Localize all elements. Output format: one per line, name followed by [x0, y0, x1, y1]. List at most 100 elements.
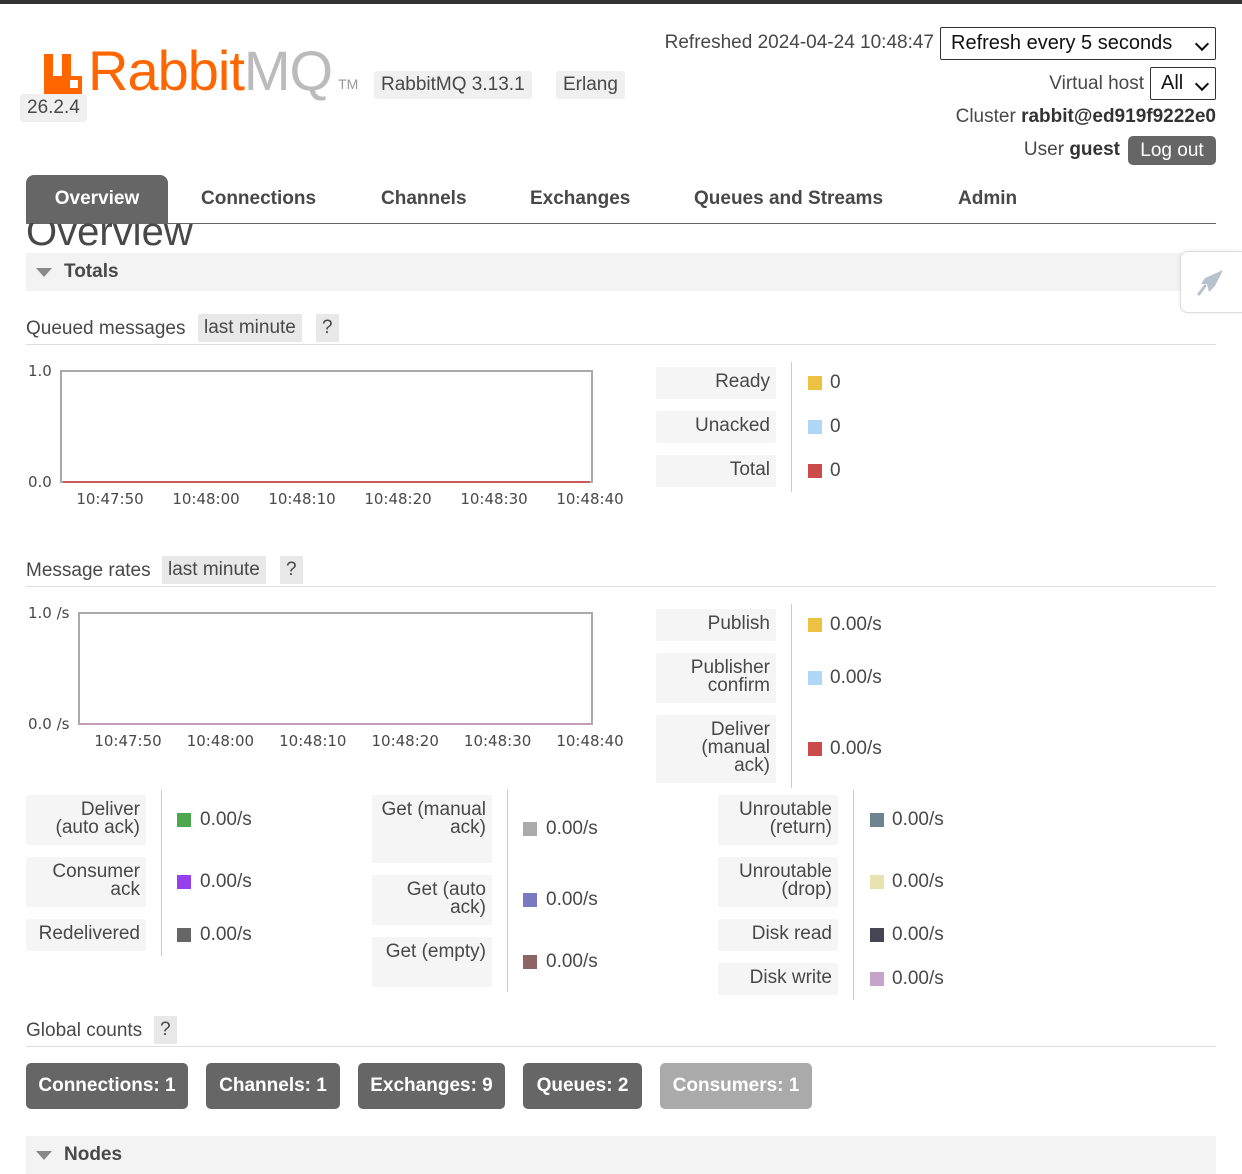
- legend-swatch: [808, 464, 822, 478]
- erlang-version: 26.2.4: [20, 94, 87, 122]
- virtual-host-label: Virtual host: [1049, 73, 1144, 94]
- legend-label: Redelivered: [26, 919, 146, 951]
- x-tick-label: 10:48:10: [279, 732, 346, 750]
- logout-button[interactable]: Log out: [1128, 136, 1216, 165]
- logo-trademark: TM: [338, 76, 359, 92]
- x-tick-label: 10:48:40: [556, 732, 623, 750]
- tab-exchanges[interactable]: Exchanges: [530, 175, 630, 223]
- legend-label: Publish: [656, 609, 776, 641]
- legend-separator: [791, 362, 792, 492]
- legend-value: 0.00/s: [200, 809, 252, 830]
- legend-swatch: [808, 376, 822, 390]
- consumers-count-button[interactable]: Consumers: 1: [660, 1063, 812, 1109]
- message-rates-chart: 1.0 /s 0.0 /s 10:47:50 10:48:00 10:48:10 10:4…: [20, 602, 640, 762]
- legend-separator: [853, 790, 854, 1000]
- totals-title: Totals: [64, 261, 119, 282]
- queued-messages-label: Queued messages: [26, 318, 186, 339]
- legend-swatch: [177, 813, 191, 827]
- rates-help-button[interactable]: ?: [280, 556, 303, 584]
- refreshed-timestamp: Refreshed 2024-04-24 10:48:47: [664, 32, 934, 53]
- legend-label: Get (manual ack): [372, 795, 492, 863]
- legend-swatch: [808, 742, 822, 756]
- cluster-name: rabbit@ed919f9222e0: [1021, 106, 1216, 127]
- legend-swatch: [870, 875, 884, 889]
- legend-swatch: [870, 813, 884, 827]
- tab-overview[interactable]: Overview: [26, 175, 168, 223]
- tab-channels[interactable]: Channels: [381, 175, 467, 223]
- legend-value: 0.00/s: [830, 614, 882, 635]
- tab-connections[interactable]: Connections: [201, 175, 316, 223]
- y-tick-label: 0.0: [28, 473, 52, 491]
- rocket-icon: [1197, 270, 1223, 296]
- rates-range-chip[interactable]: last minute: [162, 556, 266, 584]
- queued-help-button[interactable]: ?: [316, 314, 339, 342]
- legend-separator: [161, 790, 162, 956]
- legend-value: 0.00/s: [892, 871, 944, 892]
- feature-flag-rocket-button[interactable]: [1180, 251, 1242, 313]
- totals-section-header[interactable]: Totals: [26, 253, 1216, 291]
- y-tick-label: 1.0 /s: [28, 604, 70, 622]
- rabbitmq-logo[interactable]: RabbitMQ TM: [42, 43, 359, 99]
- tab-queues-and-streams[interactable]: Queues and Streams: [694, 175, 883, 223]
- legend-label: Deliver (manual ack): [656, 715, 776, 783]
- x-tick-label: 10:48:30: [464, 732, 531, 750]
- collapse-triangle-icon: [36, 268, 52, 277]
- legend-label: Unroutable (return): [718, 795, 838, 845]
- nodes-section-header[interactable]: Nodes: [26, 1136, 1216, 1174]
- user-name: guest: [1069, 139, 1120, 160]
- legend-value: 0.00/s: [546, 951, 598, 972]
- user-label: User: [1023, 139, 1065, 160]
- legend-label: Consumer ack: [26, 857, 146, 907]
- legend-value: 0: [830, 416, 841, 437]
- global-counts-label: Global counts: [26, 1020, 143, 1041]
- top-border: [0, 0, 1242, 4]
- queued-range-chip[interactable]: last minute: [198, 314, 302, 342]
- cluster-info: Cluster rabbit@ed919f9222e0: [956, 104, 1216, 130]
- plot-frame: [60, 370, 593, 483]
- message-rates-label: Message rates: [26, 560, 151, 581]
- x-tick-label: 10:48:20: [372, 732, 439, 750]
- virtual-host-select[interactable]: All: [1150, 67, 1216, 100]
- x-tick-label: 10:48:00: [187, 732, 254, 750]
- legend-value: 0: [830, 372, 841, 393]
- tab-admin[interactable]: Admin: [958, 175, 1017, 223]
- legend-label: Ready: [656, 367, 776, 399]
- legend-separator: [791, 604, 792, 788]
- legend-swatch: [870, 972, 884, 986]
- global-counts-header: Global counts ?: [26, 1016, 1216, 1047]
- legend-value: 0.00/s: [546, 889, 598, 910]
- logo-text-rabbit: Rabbit: [88, 39, 245, 102]
- legend-value: 0.00/s: [892, 809, 944, 830]
- global-counts-help-button[interactable]: ?: [154, 1016, 177, 1044]
- y-tick-label: 1.0: [28, 362, 52, 380]
- queued-messages-header: Queued messages last minute ?: [26, 314, 1216, 345]
- legend-value: 0: [830, 460, 841, 481]
- legend-swatch: [808, 618, 822, 632]
- legend-label: Get (empty): [372, 937, 492, 987]
- legend-swatch: [808, 671, 822, 685]
- queues-count-button[interactable]: Queues: 2: [523, 1063, 642, 1109]
- legend-swatch: [177, 928, 191, 942]
- connections-count-button[interactable]: Connections: 1: [26, 1063, 188, 1109]
- x-tick-label: 10:48:20: [364, 490, 431, 508]
- x-tick-label: 10:47:50: [76, 490, 143, 508]
- virtual-host-value: All: [1161, 72, 1184, 94]
- x-tick-label: 10:48:40: [556, 490, 623, 508]
- legend-value: 0.00/s: [830, 738, 882, 759]
- refresh-interval-select[interactable]: Refresh every 5 seconds: [940, 27, 1216, 60]
- legend-label: Unacked: [656, 411, 776, 443]
- nodes-title: Nodes: [64, 1144, 123, 1165]
- erlang-label: Erlang: [556, 71, 625, 99]
- legend-value: 0.00/s: [200, 871, 252, 892]
- legend-value: 0.00/s: [830, 667, 882, 688]
- main-nav-tabs: Overview Connections Channels Exchanges …: [26, 175, 1216, 224]
- collapse-triangle-icon: [36, 1151, 52, 1160]
- channels-count-button[interactable]: Channels: 1: [206, 1063, 340, 1109]
- user-info: User guest: [1024, 137, 1120, 163]
- exchanges-count-button[interactable]: Exchanges: 9: [358, 1063, 505, 1109]
- rabbitmq-version: RabbitMQ 3.13.1: [374, 71, 532, 99]
- legend-label: Deliver (auto ack): [26, 795, 146, 845]
- x-tick-label: 10:48:10: [268, 490, 335, 508]
- legend-label: Get (auto ack): [372, 875, 492, 925]
- legend-swatch: [177, 875, 191, 889]
